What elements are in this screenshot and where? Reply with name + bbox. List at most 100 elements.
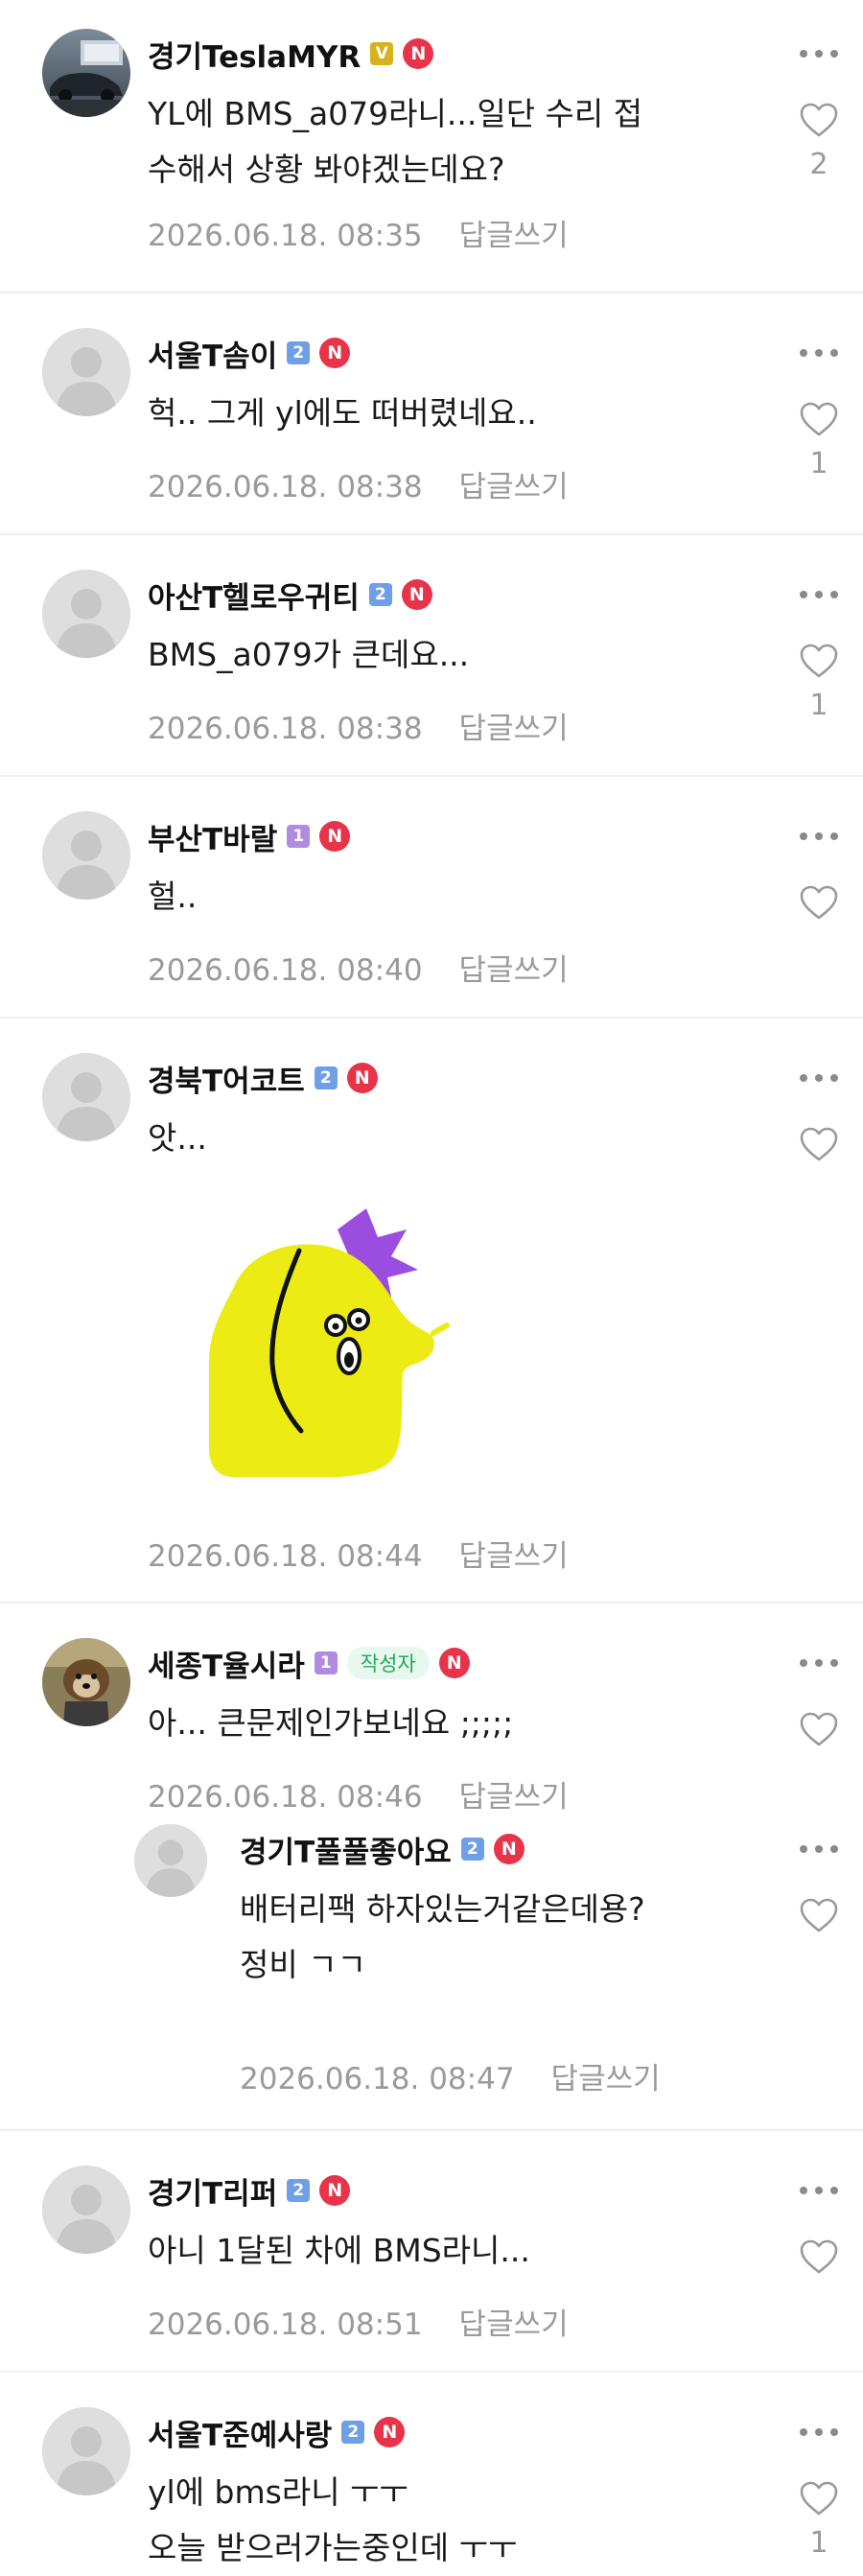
comment-meta: 2026.06.18. 08:40 답글쓰기 xyxy=(148,946,569,989)
level-badge: 1 xyxy=(314,1651,338,1674)
more-dots-icon[interactable] xyxy=(800,2428,838,2442)
comment-item: 부산T바랄 1 N 헐.. 2026.06.18. 08:40 답글쓰기 xyxy=(0,777,863,1019)
avatar[interactable] xyxy=(42,29,130,117)
comment-header: 경기TeslaMYR V N xyxy=(148,33,434,76)
avatar[interactable] xyxy=(42,2407,130,2495)
timestamp: 2026.06.18. 08:38 xyxy=(148,470,423,504)
nickname[interactable]: 경기T리퍼 xyxy=(148,2169,277,2213)
level-badge: V xyxy=(370,42,394,65)
level-badge: 2 xyxy=(341,2421,365,2444)
more-dots-icon[interactable] xyxy=(800,1659,838,1673)
nickname[interactable]: 경기T풀풀좋아요 xyxy=(240,1828,452,1871)
more-dots-icon[interactable] xyxy=(800,1845,838,1859)
comment-item: 경기TeslaMYR V N YL에 BMS_a079라니...일단 수리 접 수해서… xyxy=(0,0,863,293)
like-count: 1 xyxy=(809,447,828,480)
comment-item: 세종T율시라 1 작성자 N 아... 큰문제인가보네요 ;;;;; 2026.06.18… xyxy=(0,1604,863,1815)
comment-meta: 2026.06.18. 08:47 답글쓰기 xyxy=(240,2054,661,2097)
new-badge: N xyxy=(493,1834,525,1864)
timestamp: 2026.06.18. 08:47 xyxy=(240,2062,515,2096)
avatar[interactable] xyxy=(42,570,130,658)
nickname[interactable]: 서울T준예사랑 xyxy=(148,2411,332,2454)
comment-item: 아산T헬로우귀티 2 N BMS_a079가 큰데요... 2026.06.18. 08… xyxy=(0,535,863,777)
nickname[interactable]: 세종T율시라 xyxy=(148,1642,305,1685)
avatar[interactable] xyxy=(42,2166,130,2254)
heart-outline-icon[interactable] xyxy=(798,1711,840,1747)
nickname[interactable]: 아산T헬로우귀티 xyxy=(148,574,360,617)
like-button[interactable]: 1 xyxy=(798,401,840,480)
like-button[interactable]: 1 xyxy=(798,643,840,722)
like-button[interactable]: 1 xyxy=(798,2480,840,2560)
comment-text: 헐.. xyxy=(148,878,198,915)
more-dots-icon[interactable] xyxy=(800,832,838,846)
heart-outline-icon[interactable] xyxy=(798,2238,840,2275)
comment-text: 아니 1달된 차에 BMS라니... xyxy=(148,2232,530,2269)
reply-button[interactable]: 답글쓰기 xyxy=(459,712,569,746)
like-button[interactable] xyxy=(798,1126,840,1162)
like-button[interactable] xyxy=(798,884,840,921)
comment-header: 세종T율시라 1 작성자 N xyxy=(148,1642,470,1684)
comment-header: 아산T헬로우귀티 2 N xyxy=(148,574,432,616)
comment-meta: 2026.06.18. 08:35 답글쓰기 xyxy=(148,211,569,254)
nickname[interactable]: 서울T솜이 xyxy=(148,332,277,375)
yellow-blob-sticker xyxy=(196,1201,474,1492)
reply-button[interactable]: 답글쓰기 xyxy=(459,219,569,253)
heart-outline-icon[interactable] xyxy=(798,401,840,437)
comment-text: 헉.. 그게 yl에도 떠버렸네요.. xyxy=(148,394,537,432)
avatar[interactable] xyxy=(42,811,130,900)
like-count: 1 xyxy=(809,689,828,722)
nickname[interactable]: 경북T어코트 xyxy=(148,1057,305,1100)
timestamp: 2026.06.18. 08:38 xyxy=(148,712,423,746)
more-dots-icon[interactable] xyxy=(800,591,838,604)
more-dots-icon[interactable] xyxy=(800,349,838,363)
level-badge: 2 xyxy=(287,2179,311,2202)
author-tag: 작성자 xyxy=(346,1647,430,1679)
avatar[interactable] xyxy=(42,1053,130,1141)
level-badge: 2 xyxy=(287,341,311,364)
new-badge: N xyxy=(319,821,351,852)
level-badge: 1 xyxy=(287,825,311,848)
new-badge: N xyxy=(319,2175,351,2206)
comment-item: 경기T리퍼 2 N 아니 1달된 차에 BMS라니... 2026.06.18. 08:… xyxy=(0,2131,863,2373)
reply-button[interactable]: 답글쓰기 xyxy=(459,953,569,988)
new-badge: N xyxy=(438,1648,470,1678)
heart-outline-icon[interactable] xyxy=(798,1897,840,1933)
heart-outline-icon[interactable] xyxy=(798,102,840,138)
comment-header: 서울T준예사랑 2 N xyxy=(148,2411,406,2454)
comment-text: BMS_a079가 큰데요... xyxy=(148,636,470,673)
avatar[interactable] xyxy=(42,1638,130,1726)
heart-outline-icon[interactable] xyxy=(798,884,840,921)
comment-meta: 2026.06.18. 08:38 답글쓰기 xyxy=(148,704,569,747)
heart-outline-icon[interactable] xyxy=(798,1126,840,1162)
timestamp: 2026.06.18. 08:51 xyxy=(148,2307,423,2342)
comment-text: 아... 큰문제인가보네요 ;;;;; xyxy=(148,1704,514,1742)
more-dots-icon[interactable] xyxy=(800,2187,838,2200)
level-badge: 2 xyxy=(314,1066,338,1089)
nickname[interactable]: 경기TeslaMYR xyxy=(148,33,361,76)
reply-button[interactable]: 답글쓰기 xyxy=(459,470,569,504)
timestamp: 2026.06.18. 08:44 xyxy=(148,1539,423,1574)
heart-outline-icon[interactable] xyxy=(798,2480,840,2517)
new-badge: N xyxy=(346,1063,378,1093)
reply-button[interactable]: 답글쓰기 xyxy=(459,1539,569,1574)
comment-header: 경기T리퍼 2 N xyxy=(148,2169,351,2213)
new-badge: N xyxy=(374,2417,406,2447)
more-dots-icon[interactable] xyxy=(800,50,838,63)
comment-header: 서울T솜이 2 N xyxy=(148,332,351,375)
like-button[interactable] xyxy=(798,1897,840,1933)
avatar[interactable] xyxy=(42,328,130,416)
nickname[interactable]: 부산T바랄 xyxy=(148,815,277,858)
more-dots-icon[interactable] xyxy=(800,1074,838,1088)
like-count: 2 xyxy=(809,148,828,181)
comment-meta: 2026.06.18. 08:44 답글쓰기 xyxy=(148,1532,569,1575)
avatar[interactable] xyxy=(134,1824,207,1897)
heart-outline-icon[interactable] xyxy=(798,643,840,679)
like-button[interactable] xyxy=(798,1711,840,1747)
comment-header: 경북T어코트 2 N xyxy=(148,1057,378,1099)
reply-button[interactable]: 답글쓰기 xyxy=(459,2307,569,2342)
comment-meta: 2026.06.18. 08:38 답글쓰기 xyxy=(148,462,569,505)
like-button[interactable]: 2 xyxy=(798,102,840,181)
comment-list: 경기TeslaMYR V N YL에 BMS_a079라니...일단 수리 접 수해서… xyxy=(0,0,863,2566)
like-button[interactable] xyxy=(798,2238,840,2275)
reply-button[interactable]: 답글쓰기 xyxy=(551,2062,661,2096)
reply-comment: 경기T풀풀좋아요 2 N 배터리팩 하자있는거같은데용? 정비 ㄱㄱ 2026.06.1… xyxy=(0,1786,863,2131)
